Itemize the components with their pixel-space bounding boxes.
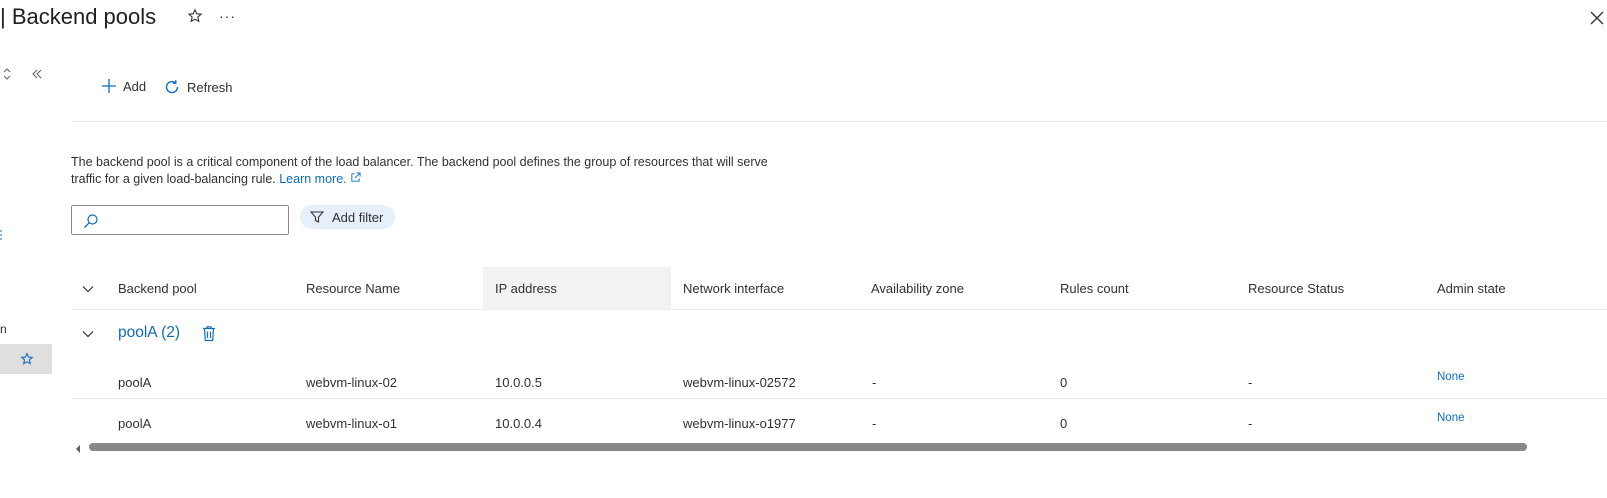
learn-more-link[interactable]: Learn more.	[279, 172, 361, 186]
column-header-backend-pool[interactable]: Backend pool	[118, 268, 197, 310]
search-icon	[84, 214, 98, 228]
sort-icon[interactable]	[2, 68, 12, 83]
selected-nav-item[interactable]	[0, 344, 52, 374]
column-header-resource-status[interactable]: Resource Status	[1248, 268, 1344, 310]
horizontal-scrollbar-thumb[interactable]	[89, 443, 1527, 451]
toolbar-divider	[72, 121, 1607, 122]
cell-network-interface: webvm-linux-o1977	[683, 416, 796, 431]
external-link-icon	[351, 172, 361, 182]
search-box[interactable]	[71, 205, 290, 236]
more-options-button[interactable]: ···	[219, 6, 236, 26]
add-filter-button[interactable]: Add filter	[300, 205, 396, 229]
cell-rules-count: 0	[1060, 375, 1068, 390]
refresh-button[interactable]: Refresh	[163, 78, 233, 96]
delete-icon[interactable]	[201, 325, 217, 345]
cell-ip-address: 10.0.0.5	[495, 375, 542, 390]
column-header-availability-zone[interactable]: Availability zone	[871, 268, 964, 310]
add-button[interactable]: Add	[101, 78, 146, 94]
favorite-star-icon[interactable]	[187, 8, 203, 30]
cell-resource-name: webvm-linux-o1	[306, 416, 398, 431]
page-title: | Backend pools	[0, 4, 157, 29]
cell-resource-status: -	[1248, 416, 1253, 431]
filter-icon	[310, 211, 324, 223]
cell-admin-state-link[interactable]: None	[1437, 412, 1465, 424]
cell-admin-state-link[interactable]: None	[1437, 371, 1465, 383]
cell-ip-address: 10.0.0.4	[495, 416, 542, 431]
add-label: Add	[123, 78, 147, 94]
cell-availability-zone: -	[872, 375, 877, 390]
cell-backend-pool: poolA	[118, 375, 152, 390]
column-header-admin-state[interactable]: Admin state	[1437, 268, 1506, 310]
group-collapse-chevron-icon[interactable]	[80, 326, 96, 345]
column-header-resource-name[interactable]: Resource Name	[306, 268, 400, 310]
cell-availability-zone: -	[872, 416, 877, 431]
cell-resource-status: -	[1248, 375, 1253, 390]
header-divider	[72, 309, 1607, 310]
star-icon	[20, 352, 34, 365]
cell-network-interface: webvm-linux-02572	[683, 375, 796, 390]
column-header-rules-count[interactable]: Rules count	[1060, 268, 1129, 310]
scroll-left-arrow-icon[interactable]	[74, 442, 82, 457]
refresh-icon	[165, 80, 179, 94]
collapse-all-chevron-icon[interactable]	[80, 281, 96, 300]
column-header-ip-address[interactable]: IP address	[495, 268, 557, 310]
double-chevron-left-icon[interactable]	[31, 68, 43, 83]
learn-more-label: Learn more.	[279, 172, 347, 186]
cell-rules-count: 0	[1060, 416, 1068, 431]
add-filter-label: Add filter	[332, 209, 384, 225]
plus-icon	[102, 79, 116, 93]
refresh-label: Refresh	[187, 79, 233, 95]
nav-item-fragment[interactable]	[0, 229, 3, 241]
row-divider	[72, 398, 1607, 399]
cell-resource-name: webvm-linux-02	[306, 375, 398, 390]
close-icon[interactable]	[1587, 8, 1607, 28]
column-header-network-interface[interactable]: Network interface	[683, 268, 784, 310]
description-text: The backend pool is a critical component…	[71, 154, 771, 188]
group-label[interactable]: poolA (2)	[118, 324, 180, 342]
search-input[interactable]	[106, 206, 290, 236]
description-body: The backend pool is a critical component…	[71, 155, 768, 186]
nav-item-label-fragment: n	[0, 322, 7, 336]
cell-backend-pool: poolA	[118, 416, 152, 431]
